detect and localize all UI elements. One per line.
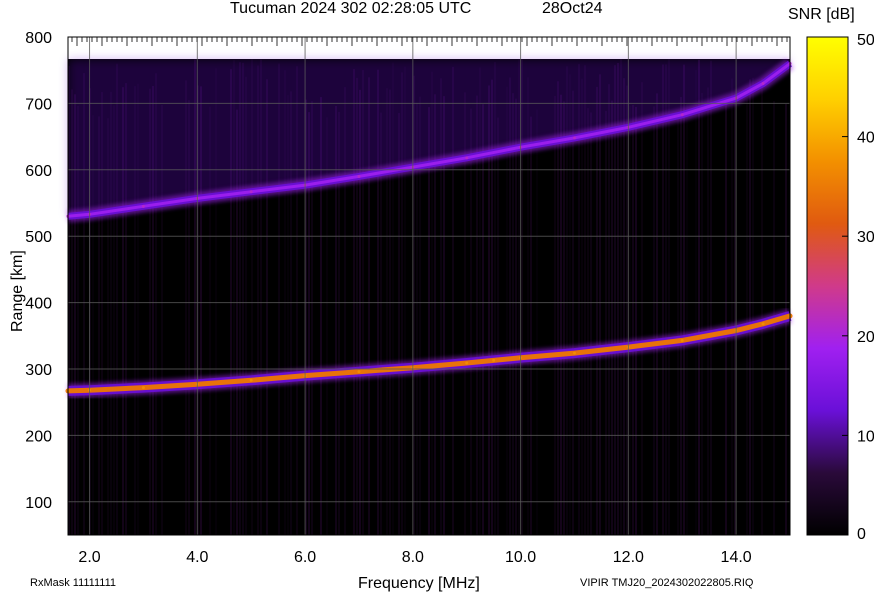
ionogram-chart: 2.0 4.0 6.0 8.0 10.0 12.0 14.01002003004005006…: [25, 30, 874, 566]
trace-1-point: [465, 361, 469, 365]
y-tick-label: 800: [25, 30, 52, 47]
y-tick-label: 200: [25, 428, 52, 445]
colorbar: [806, 36, 849, 536]
x-tick-label: 12.0: [613, 549, 644, 566]
trace-1-point: [357, 370, 361, 374]
trace-1-point: [761, 322, 765, 326]
x-tick-label: 10.0: [505, 549, 536, 566]
y-tick-label: 400: [25, 296, 52, 313]
trace-2-point: [680, 113, 684, 117]
y-tick-label: 600: [25, 163, 52, 180]
x-tick-label: 4.0: [186, 549, 208, 566]
x-tick-label: 8.0: [402, 549, 424, 566]
colorbar-tick-label: 0: [857, 526, 866, 543]
trace-1-point: [249, 378, 253, 382]
trace-1-point: [492, 358, 496, 362]
y-tick-label: 700: [25, 96, 52, 113]
x-tick-label: 14.0: [721, 549, 752, 566]
trace-1-point: [572, 351, 576, 355]
y-tick-label: 500: [25, 229, 52, 246]
trace-1-point: [680, 338, 684, 342]
colorbar-tick-label: 40: [857, 130, 874, 147]
trace-2-point: [465, 156, 469, 160]
trace-1-point: [141, 386, 145, 390]
x-tick-label: 6.0: [294, 549, 316, 566]
trace-2-point: [141, 204, 145, 208]
x-tick-label: 2.0: [78, 549, 100, 566]
colorbar-tick-label: 50: [857, 32, 874, 49]
trace-2-point: [761, 81, 765, 85]
trace-2-point: [572, 136, 576, 140]
y-tick-label: 300: [25, 362, 52, 379]
trace-2-point: [249, 190, 253, 194]
y-tick-label: 100: [25, 495, 52, 512]
colorbar-tick-label: 20: [857, 329, 874, 346]
trace-2-point: [357, 174, 361, 178]
colorbar-tick-label: 30: [857, 229, 874, 246]
colorbar-tick-label: 10: [857, 428, 874, 445]
